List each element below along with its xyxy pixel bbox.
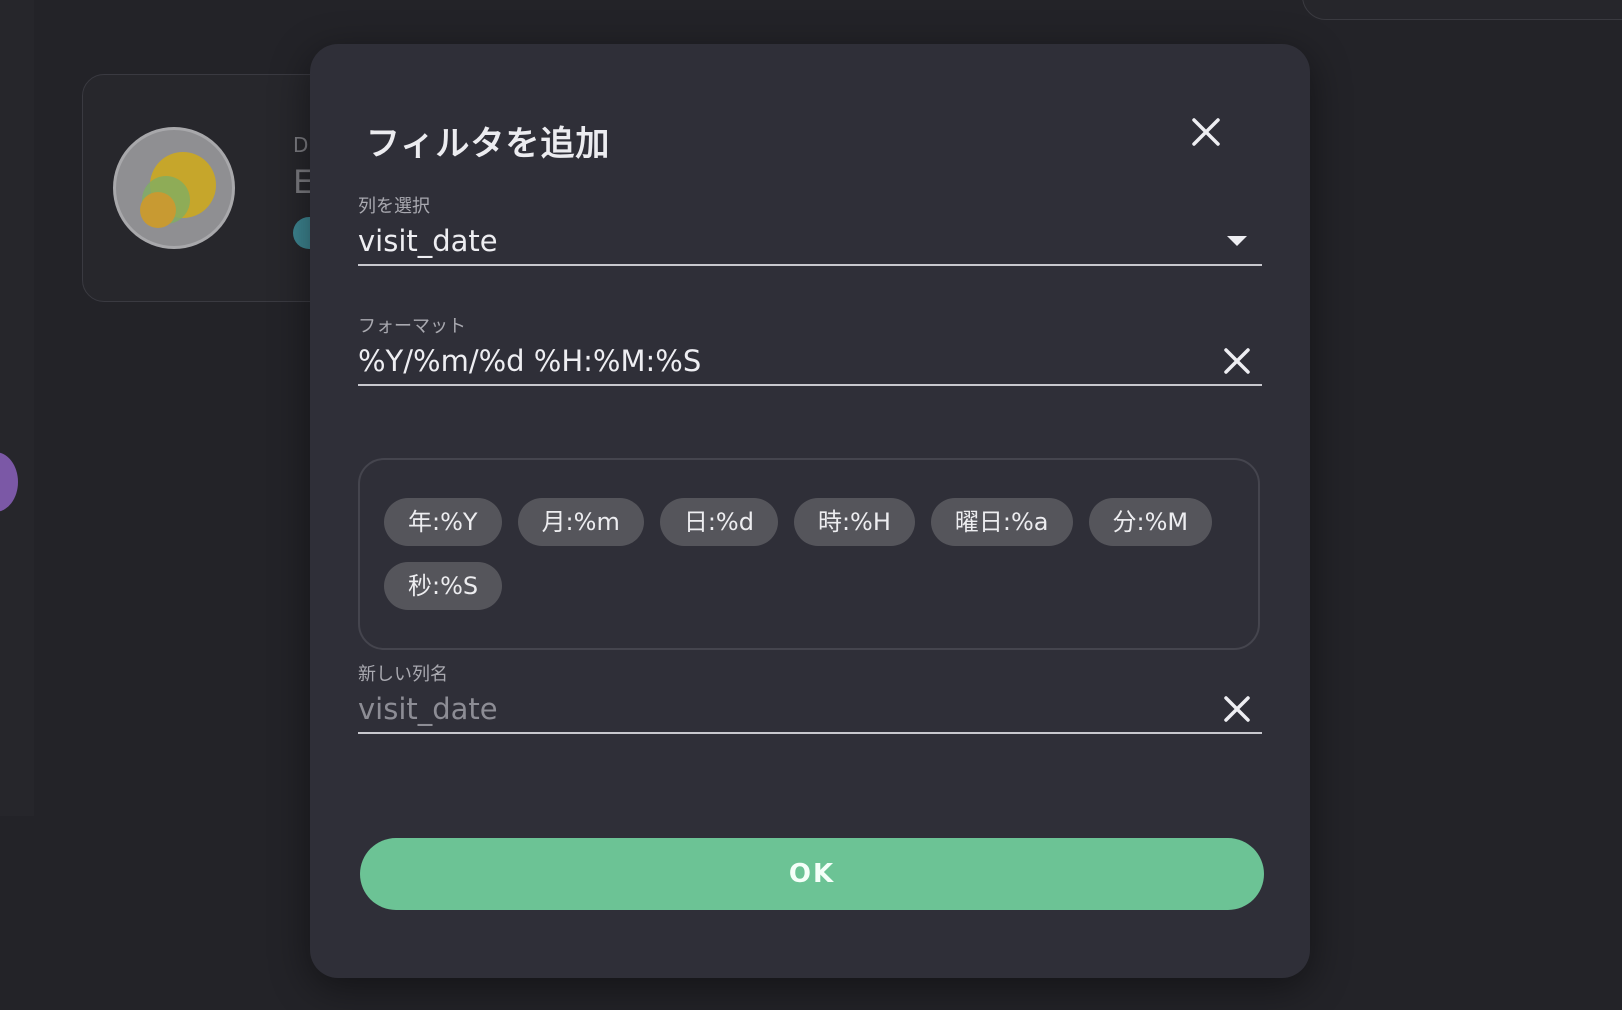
background-top-card [1302,0,1622,20]
chip-month[interactable]: 月:%m [517,498,644,546]
dialog-title: フィルタを追加 [366,124,611,164]
app-screen: D E フィルタを追加 列を選択 visit_date フォーマット %Y/%m… [0,0,1622,1010]
chip-minute[interactable]: 分:%M [1088,498,1213,546]
column-select-field: 列を選択 visit_date [358,196,1262,266]
background-side-panel [0,0,34,816]
new-column-name-placeholder: visit_date [358,692,498,726]
format-input[interactable]: %Y/%m/%d %H:%M:%S [358,338,1262,386]
add-filter-dialog: フィルタを追加 列を選択 visit_date フォーマット %Y/%m/%d … [310,44,1310,978]
chip-weekday[interactable]: 曜日:%a [930,498,1073,546]
format-token-chips: 年:%Y 月:%m 日:%d 時:%H 曜日:%a 分:%M 秒:%S [358,458,1260,650]
dataset-avatar [113,127,235,249]
clear-new-column-name-button[interactable] [1220,692,1254,726]
close-button[interactable] [1184,110,1228,154]
clear-format-button[interactable] [1220,344,1254,378]
chip-year[interactable]: 年:%Y [384,498,502,546]
dropdown-arrow-icon[interactable] [1220,224,1254,258]
background-card-subtitle: D [293,133,309,157]
new-column-name-field: 新しい列名 visit_date [358,664,1262,734]
column-select-label: 列を選択 [358,196,430,217]
new-column-name-input[interactable]: visit_date [358,686,1262,734]
format-field: フォーマット %Y/%m/%d %H:%M:%S [358,316,1262,386]
column-select[interactable]: visit_date [358,218,1262,266]
clear-icon [1224,696,1250,722]
chip-day[interactable]: 日:%d [659,498,778,546]
close-icon [1192,118,1220,146]
column-select-value: visit_date [358,224,498,258]
format-label: フォーマット [358,316,466,337]
chip-hour[interactable]: 時:%H [793,498,915,546]
new-column-name-label: 新しい列名 [358,664,448,685]
chip-second[interactable]: 秒:%S [384,562,503,610]
format-input-value: %Y/%m/%d %H:%M:%S [358,344,702,378]
ok-button[interactable]: OK [360,838,1264,910]
clear-icon [1224,348,1250,374]
